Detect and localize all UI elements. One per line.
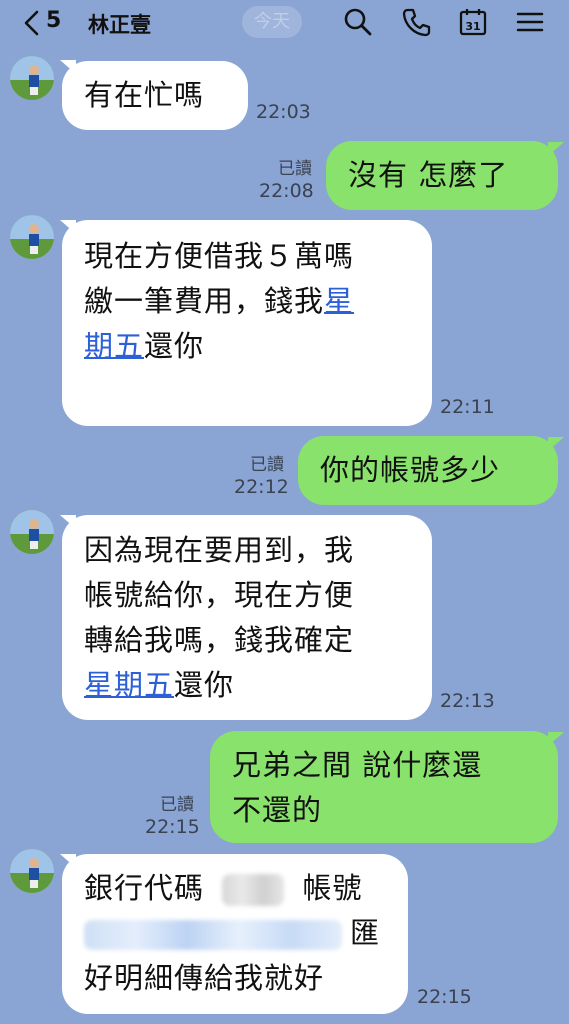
redacted-account-number [84,920,342,950]
avatar-image [10,510,54,554]
message-bubble[interactable]: 銀行代碼 帳號 匯 好明細傳給我就好 [62,854,408,1014]
bubble-tail [548,142,564,156]
message-line: 因為現在要用到，我 [84,533,355,567]
date-link[interactable]: 星期五 [84,668,174,702]
message-line: 好明細傳給我就好 [84,961,325,995]
message-bubble[interactable]: 現在方便借我５萬嗎 繳一筆費用，錢我星 期五還你 [62,220,432,426]
avatar-image [10,215,54,259]
message-line: 匯 [84,911,380,956]
avatar[interactable] [10,849,54,893]
message-time: 22:12 [234,476,289,498]
read-receipt: 已讀 [160,795,194,815]
redacted-bank-code [222,874,285,906]
message-time: 22:03 [256,101,311,123]
phone-icon[interactable] [400,6,432,38]
message-time: 22:08 [259,180,314,202]
message-bubble[interactable]: 兄弟之間 說什麼還 不還的 [210,731,558,843]
message-time: 22:15 [145,816,200,838]
search-icon[interactable] [342,6,374,38]
message-text: 沒有 怎麼了 [348,158,509,192]
message-time: 22:11 [440,396,495,418]
bubble-tail [548,732,564,746]
message-bubble[interactable]: 有在忙嗎 [62,61,248,130]
menu-icon[interactable] [514,6,546,38]
message-text: 你的帳號多少 [320,453,501,487]
bubble-tail [548,437,564,451]
message-line: 不還的 [232,793,323,827]
date-link[interactable]: 期五 [84,329,144,363]
avatar-image [10,849,54,893]
avatar[interactable] [10,56,54,100]
calendar-icon[interactable]: 31 [457,6,489,38]
message-time: 22:13 [440,690,495,712]
message-line: 轉給我嗎，錢我確定 [84,623,355,657]
message-line: 帳號給你，現在方便 [84,578,355,612]
message-line: 兄弟之間 說什麼還 [232,748,483,782]
message-line: 期五還你 [84,329,205,363]
message-line: 銀行代碼 帳號 [84,871,363,906]
read-receipt: 已讀 [250,455,284,475]
date-pill: 今天 [242,6,302,38]
message-bubble[interactable]: 你的帳號多少 [298,436,558,505]
read-receipt: 已讀 [278,159,312,179]
message-bubble[interactable]: 沒有 怎麼了 [326,141,558,210]
contact-name[interactable]: 林正壹 [88,9,151,39]
date-link[interactable]: 星 [324,284,354,318]
message-bubble[interactable]: 因為現在要用到，我 帳號給你，現在方便 轉給我嗎，錢我確定 星期五還你 [62,515,432,720]
avatar[interactable] [10,510,54,554]
message-line: 繳一筆費用，錢我星 [84,284,355,318]
message-text: 有在忙嗎 [84,78,205,112]
message-line: 星期五還你 [84,668,235,702]
back-arrow-icon[interactable] [18,8,48,38]
unread-count[interactable]: 5 [46,8,61,33]
chat-header: 5 林正壹 今天 31 [0,0,569,46]
message-time: 22:15 [417,986,472,1008]
avatar-image [10,56,54,100]
message-line: 現在方便借我５萬嗎 [84,239,355,273]
avatar[interactable] [10,215,54,259]
calendar-day: 31 [465,20,480,33]
